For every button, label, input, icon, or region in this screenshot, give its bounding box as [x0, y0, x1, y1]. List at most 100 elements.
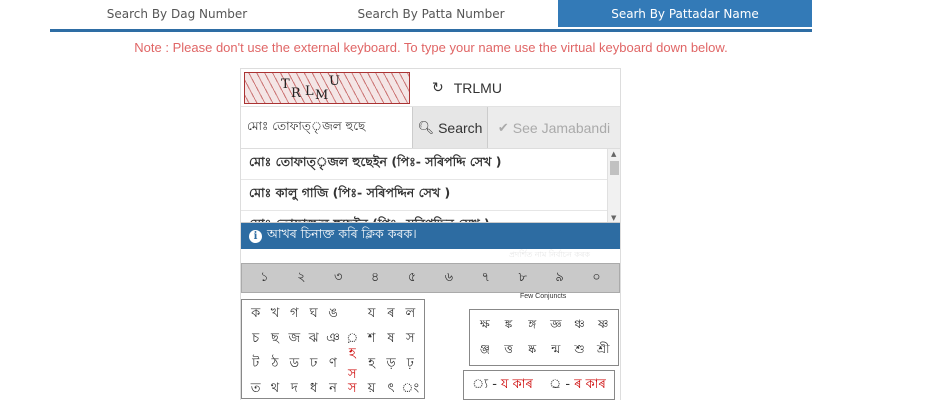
consonant-key[interactable]: ঢ: [304, 354, 323, 375]
consonant-key[interactable]: ট: [246, 354, 265, 375]
consonant-key[interactable]: ঘ: [304, 304, 323, 325]
consonant-key[interactable]: ছ: [265, 329, 284, 350]
consonant-keys: ক খ গ ঘ ঙ য ৰ ল চ ছ জ ঝ ঞ় শ ষ স ট ঠ ড ঢ ণ হ স হ ড় ঢ় ত থ দ ধ ন স য় ৎং: [241, 299, 425, 399]
tab-dag-number[interactable]: Search By Dag Number: [50, 0, 304, 27]
digit-key[interactable]: ১: [252, 268, 276, 289]
digit-key[interactable]: ৮: [511, 268, 535, 289]
consonant-key[interactable]: ঞ: [323, 329, 342, 350]
conjunct-key[interactable]: ক্ষ: [473, 316, 497, 336]
consonant-key[interactable]: স: [401, 329, 420, 350]
digit-key[interactable]: ০: [584, 268, 608, 289]
consonant-key[interactable]: ল: [401, 304, 420, 325]
info-subtext-label: প্ৰদৰ্শিত নাম নিৰ্বাচন কৰক: [509, 250, 590, 259]
search-row: 🔍︎ Search ✔ See Jamabandi: [241, 107, 620, 149]
consonant-key[interactable]: ঠ: [265, 354, 284, 375]
conjunct-key[interactable]: ঞ্জ: [473, 341, 497, 361]
pattadar-name-input[interactable]: [241, 107, 413, 148]
consonant-key[interactable]: খ: [265, 304, 284, 325]
check-icon: ✔: [497, 119, 509, 135]
consonant-key[interactable]: য়: [362, 379, 381, 400]
consonant-key[interactable]: দ: [285, 379, 304, 400]
consonant-key[interactable]: হ: [362, 354, 381, 375]
consonant-key[interactable]: য: [362, 304, 381, 325]
conjunct-row: ঞ্জ ত্ত ষ্ক ন্ম শু শ্রী: [473, 338, 615, 363]
conjunct-key[interactable]: ষ্ক: [520, 341, 544, 361]
scroll-up-icon[interactable]: ▲: [611, 150, 616, 158]
digit-keys: ১ ২ ৩ ৪ ৫ ৬ ৭ ৮ ৯ ০: [241, 263, 620, 293]
consonant-key[interactable]: গ: [285, 304, 304, 325]
consonant-key[interactable]: ণ: [323, 354, 342, 375]
consonant-key[interactable]: ঙ: [323, 304, 342, 325]
conjunct-key[interactable]: ঞ্চ: [568, 316, 592, 336]
consonant-key[interactable]: শ: [362, 329, 381, 350]
tabs-underline: [50, 29, 812, 32]
consonant-key[interactable]: ঢ়: [401, 354, 420, 375]
digit-key[interactable]: ৯: [548, 268, 572, 289]
consonant-key[interactable]: ৎ: [381, 379, 400, 400]
conjunct-key[interactable]: ত্ত: [497, 341, 521, 361]
consonant-key[interactable]: থ: [265, 379, 284, 400]
ra-phala-key[interactable]: ্ৰ - ৰ কাৰ: [549, 375, 606, 396]
captcha-char: U: [329, 73, 340, 89]
conjunct-key[interactable]: ন্ম: [544, 341, 568, 361]
digit-key[interactable]: ৫: [400, 268, 424, 289]
captcha-char: T: [281, 76, 290, 92]
conjuncts-title: Few Conjuncts: [520, 293, 567, 300]
list-item[interactable]: মোঃ কালু গাজি (পিঃ- সৰিপদ্দিন সেখ ): [241, 180, 620, 211]
conjunct-key[interactable]: শ্রী: [591, 341, 615, 361]
results-scrollbar[interactable]: ▲ ▼: [607, 149, 620, 222]
search-button[interactable]: 🔍︎ Search: [413, 107, 488, 148]
conjunct-key[interactable]: জ্ঞ: [544, 316, 568, 336]
tab-patta-number[interactable]: Search By Patta Number: [304, 0, 558, 27]
consonant-row: ত থ দ ধ ন স য় ৎং: [246, 377, 420, 400]
ya-phala-symbol: ্য: [472, 376, 489, 392]
conjunct-key[interactable]: ঙ্গ: [520, 316, 544, 336]
captcha-char: L: [305, 83, 314, 99]
consonant-key[interactable]: ত: [246, 379, 265, 400]
list-item[interactable]: মোঃ তোফাত্ৃজল হুছেইন (পিঃ- সৰিপদ্দি সেখ …: [241, 149, 620, 180]
digit-key[interactable]: ৩: [326, 268, 350, 289]
consonant-key[interactable]: ড: [285, 354, 304, 375]
ra-phala-label: ৰ কাৰ: [574, 376, 606, 392]
ya-phala-key[interactable]: ্য - য কাৰ: [472, 375, 533, 396]
consonant-key[interactable]: চ: [246, 329, 265, 350]
info-bar: i আখৰ চিনাক্ত কৰি ক্লিক কৰক।: [241, 223, 620, 249]
tab-pattadar-name[interactable]: Searh By Pattadar Name: [558, 0, 812, 27]
info-icon: i: [249, 229, 262, 243]
search-panel: T R L M U ↻ TRLMU 🔍︎ Search ✔ See Jamaba…: [240, 68, 621, 400]
info-text: আখৰ চিনাক্ত কৰি ক্লিক কৰক।: [267, 226, 417, 241]
consonant-row: চ ছ জ ঝ ঞ় শ ষ স: [246, 327, 420, 352]
scroll-down-icon[interactable]: ▼: [611, 214, 616, 222]
conjunct-key[interactable]: শু: [568, 341, 592, 361]
captcha-text: TRLMU: [453, 79, 502, 96]
list-item[interactable]: মোঃ তোফাজ্জল হুছেইন (পিঃ- সৰিপদ্দিন সেখ …: [241, 211, 620, 222]
scroll-thumb[interactable]: [610, 161, 619, 175]
captcha-image: T R L M U: [244, 71, 410, 104]
consonant-key[interactable]: স: [343, 379, 362, 400]
info-subtext: প্ৰদৰ্শিত নাম নিৰ্বাচন কৰক: [241, 249, 620, 261]
see-jamabandi-button[interactable]: ✔ See Jamabandi: [488, 107, 620, 148]
captcha-row: T R L M U ↻ TRLMU: [241, 69, 620, 107]
ra-phala-symbol: ্ৰ: [549, 376, 562, 392]
consonant-key[interactable]: ধ: [304, 379, 323, 400]
digit-key[interactable]: ৪: [363, 268, 387, 289]
digit-key[interactable]: ২: [289, 268, 313, 289]
consonant-key[interactable]: ং: [401, 379, 420, 400]
consonant-key[interactable]: ক: [246, 304, 265, 325]
search-icon: 🔍︎: [417, 119, 435, 135]
digit-key[interactable]: ৬: [437, 268, 461, 289]
conjunct-key[interactable]: ষ্ণ: [591, 316, 615, 336]
consonant-key[interactable]: ষ: [381, 329, 400, 350]
consonant-key[interactable]: ন: [323, 379, 342, 400]
consonant-key[interactable]: জ: [285, 329, 304, 350]
conjunct-key[interactable]: ঙ্ক: [497, 316, 521, 336]
consonant-key[interactable]: ঝ: [304, 329, 323, 350]
virtual-keyboard: ক খ গ ঘ ঙ য ৰ ল চ ছ জ ঝ ঞ় শ ষ স ট ঠ ড ঢ ণ হ স হ ড় ঢ় ত থ দ ধ ন স য় ৎং…: [241, 293, 620, 400]
refresh-icon[interactable]: ↻: [432, 80, 444, 96]
consonant-key[interactable]: ড়: [381, 354, 400, 375]
consonant-key[interactable]: ৰ: [381, 304, 400, 325]
digit-key[interactable]: ৭: [474, 268, 498, 289]
captcha-char: M: [315, 87, 329, 103]
results-list[interactable]: মোঃ তোফাত্ৃজল হুছেইন (পিঃ- সৰিপদ্দি সেখ …: [241, 149, 620, 223]
search-tabs: Search By Dag Number Search By Patta Num…: [50, 0, 812, 27]
